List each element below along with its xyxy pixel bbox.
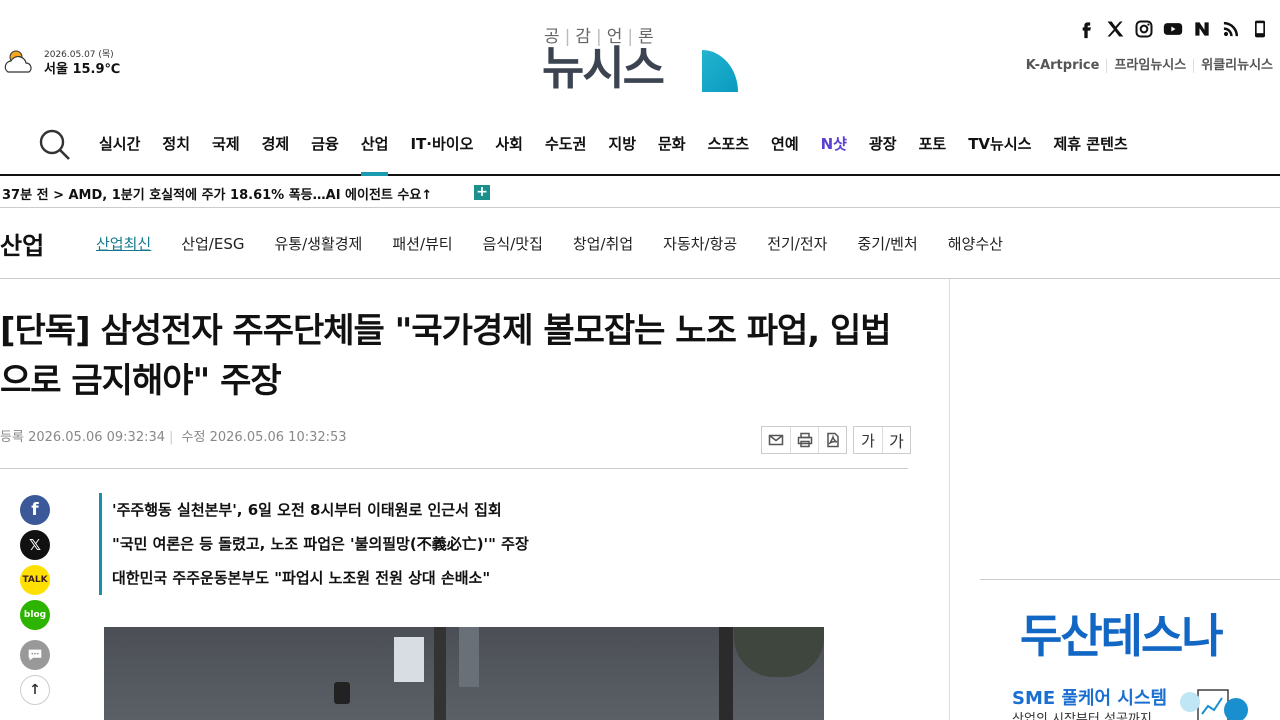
blog-share-icon[interactable]: blog (20, 600, 50, 630)
article-summary: '주주행동 실천본부', 6일 오전 8시부터 이태원로 인근서 집회 "국민 … (99, 493, 529, 595)
section-item-startup[interactable]: 창업/취업 (573, 233, 633, 254)
nav-item-culture[interactable]: 문화 (647, 118, 697, 174)
x-icon[interactable] (1105, 18, 1125, 40)
nav-item-realtime[interactable]: 실시간 (88, 118, 151, 174)
rss-icon[interactable] (1221, 18, 1241, 40)
section-item-retail[interactable]: 유통/생활경제 (274, 233, 362, 254)
link-weekly-newsis[interactable]: 위클리뉴시스 (1193, 59, 1280, 73)
social-links (1076, 18, 1270, 40)
article-meta: 등록 2026.05.06 09:32:34 | 수정 2026.05.06 10… (0, 430, 347, 445)
mobile-icon[interactable] (1250, 18, 1270, 40)
summary-line: 대한민국 주주운동본부도 "파업시 노조원 전원 상대 손배소" (112, 569, 491, 587)
instagram-icon[interactable] (1134, 18, 1154, 40)
breaking-more-button[interactable]: + (474, 185, 490, 200)
ad-brand: 두산테스나 (1020, 609, 1224, 663)
weather-widget: 2026.05.07 (목) 서울 15.9℃ (2, 46, 120, 82)
nav-item-it-bio[interactable]: IT·바이오 (399, 118, 484, 174)
nav-item-society[interactable]: 사회 (484, 118, 534, 174)
registered-date: 2026.05.06 09:32:34 (28, 430, 166, 445)
font-increase-button[interactable]: 가 (882, 427, 910, 453)
facebook-icon[interactable] (1076, 18, 1096, 40)
nav-item-politics[interactable]: 정치 (151, 118, 201, 174)
article-tools: 가 가 (761, 426, 911, 454)
section-item-smb[interactable]: 중기/벤처 (857, 233, 917, 254)
facebook-share-icon[interactable]: f (20, 495, 50, 525)
article-divider (0, 468, 908, 469)
section-item-latest[interactable]: 산업최신 (96, 233, 151, 254)
share-bar: f 𝕏 TALK blog ↑ (20, 495, 50, 705)
main-navigation: 실시간 정치 국제 경제 금융 산업 IT·바이오 사회 수도권 지방 문화 스… (0, 118, 1280, 176)
registered-label: 등록 (0, 430, 24, 445)
ad-subtext: 산업의 시작부터 성공까지 (1012, 712, 1152, 720)
section-item-fashion[interactable]: 패션/뷰티 (392, 233, 452, 254)
nav-item-photo[interactable]: 포토 (908, 118, 958, 174)
link-prime-newsis[interactable]: 프라임뉴시스 (1106, 59, 1193, 73)
article-photo[interactable] (104, 627, 824, 720)
print-icon[interactable] (790, 427, 818, 453)
section-navigation: 산업 산업최신 산업/ESG 유통/생활경제 패션/뷰티 음식/맛집 창업/취업… (0, 208, 1280, 279)
weather-date: 2026.05.07 (목) (44, 50, 114, 60)
modified-date: 2026.05.06 10:32:53 (209, 430, 347, 445)
site-logo[interactable]: 공 | 감 | 언 | 론 뉴시스 (542, 20, 742, 96)
article-headline: [단독] 삼성전자 주주단체들 "국가경제 볼모잡는 노조 파업, 입법으로 금… (0, 311, 892, 401)
nav-item-industry[interactable]: 산업 (350, 118, 400, 176)
section-item-food[interactable]: 음식/맛집 (483, 233, 543, 254)
column-divider (949, 279, 950, 720)
weather-temperature: 서울 15.9℃ (44, 62, 121, 77)
email-icon[interactable] (762, 427, 790, 453)
nav-item-partner-content[interactable]: 제휴 콘텐츠 (1042, 118, 1138, 174)
nav-item-finance[interactable]: 금융 (300, 118, 350, 174)
pdf-icon[interactable] (818, 427, 846, 453)
partly-cloudy-icon (2, 46, 38, 82)
section-item-esg[interactable]: 산업/ESG (181, 233, 244, 254)
breaking-news-text[interactable]: 37분 전 > AMD, 1분기 호실적에 주가 18.61% 폭등…AI 에이… (2, 184, 432, 203)
link-k-artprice[interactable]: K-Artprice (1019, 59, 1107, 73)
font-decrease-button[interactable]: 가 (854, 427, 882, 453)
nav-item-nshot[interactable]: N샷 (810, 118, 858, 174)
breaking-news-ticker: 37분 전 > AMD, 1분기 호실적에 주가 18.61% 폭등…AI 에이… (0, 176, 1280, 208)
section-item-maritime[interactable]: 해양수산 (948, 233, 1003, 254)
top-links: K-Artprice 프라임뉴시스 위클리뉴시스 (1019, 59, 1280, 73)
naver-icon[interactable] (1192, 18, 1212, 40)
ad-illustration-icon (1180, 689, 1248, 720)
scroll-top-icon[interactable]: ↑ (20, 675, 50, 705)
nav-item-sports[interactable]: 스포츠 (697, 118, 760, 174)
section-title: 산업 (0, 232, 45, 260)
search-icon[interactable] (38, 128, 72, 162)
nav-item-capital-area[interactable]: 수도권 (534, 118, 597, 174)
summary-line: '주주행동 실천본부', 6일 오전 8시부터 이태원로 인근서 집회 (112, 501, 502, 519)
logo-wordmark: 뉴시스 (542, 41, 665, 95)
x-share-icon[interactable]: 𝕏 (20, 530, 50, 560)
logo-shape (702, 50, 738, 92)
nav-item-regional[interactable]: 지방 (597, 118, 647, 174)
modified-label: 수정 (181, 430, 206, 445)
comment-icon[interactable] (20, 640, 50, 670)
section-item-auto[interactable]: 자동차/항공 (663, 233, 737, 254)
nav-item-entertainment[interactable]: 연예 (760, 118, 810, 174)
youtube-icon[interactable] (1163, 18, 1183, 40)
nav-item-international[interactable]: 국제 (201, 118, 251, 174)
nav-item-plaza[interactable]: 광장 (858, 118, 908, 174)
section-item-electronics[interactable]: 전기/전자 (767, 233, 827, 254)
ad-headline: SME 풀케어 시스템 (1012, 688, 1168, 709)
kakaotalk-share-icon[interactable]: TALK (20, 565, 50, 595)
sidebar-advertisement[interactable]: 두산테스나 SME 풀케어 시스템 산업의 시작부터 성공까지 (980, 579, 1280, 720)
nav-item-economy[interactable]: 경제 (251, 118, 301, 174)
summary-line: "국민 여론은 등 돌렸고, 노조 파업은 '불의필망(不義必亡)'" 주장 (112, 535, 529, 553)
nav-item-tv-newsis[interactable]: TV뉴시스 (957, 118, 1042, 174)
